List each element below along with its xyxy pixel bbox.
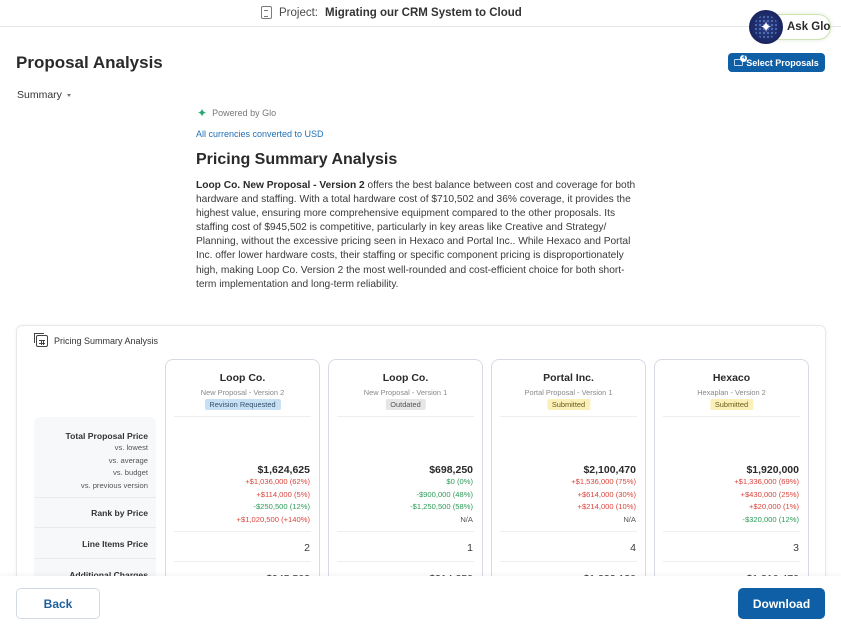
select-proposals-label: Select Proposals bbox=[746, 57, 819, 68]
vendor-name: Loop Co. bbox=[382, 372, 429, 384]
status-badge: Revision Requested bbox=[204, 399, 281, 410]
label-vs-average: vs. average bbox=[108, 455, 148, 465]
proposal-card: Hexaco Hexaplan - Version 2 Submitted $1,92… bbox=[654, 359, 809, 594]
proposal-card: Loop Co. New Proposal - Version 1 Outdated… bbox=[328, 359, 483, 594]
value-vs-lowest: $0 (0%) bbox=[446, 477, 473, 486]
value-vs-previous: +$1,020,500 (+140%) bbox=[236, 514, 310, 524]
row-divider bbox=[663, 416, 800, 417]
row-divider bbox=[34, 558, 156, 559]
sparkle-icon: ✦ bbox=[197, 106, 208, 120]
proposal-name: Portal Proposal - Version 1 bbox=[524, 388, 613, 397]
row-divider bbox=[174, 561, 311, 562]
select-proposals-button[interactable]: 4 Select Proposals bbox=[728, 53, 825, 72]
value-vs-average: +$430,000 (25%) bbox=[740, 489, 799, 499]
label-vs-previous: vs. previous version bbox=[80, 480, 148, 490]
value-vs-lowest: +$1,036,000 (62%) bbox=[245, 477, 310, 486]
value-vs-average: +$114,000 (5%) bbox=[256, 489, 310, 499]
pricing-comparison-panel: Pricing Summary Analysis Total Proposal … bbox=[16, 325, 826, 595]
proposals-icon: 4 bbox=[734, 55, 748, 66]
proposal-name: New Proposal - Version 2 bbox=[200, 388, 285, 397]
value-rank: 2 bbox=[304, 542, 310, 554]
document-icon bbox=[261, 6, 272, 19]
calculator-icon bbox=[34, 333, 48, 347]
value-total: $1,920,000 bbox=[746, 464, 799, 476]
row-divider bbox=[500, 531, 637, 532]
powered-by-label: Powered by Glo bbox=[212, 108, 277, 118]
currency-note: All currencies converted to USD bbox=[196, 129, 324, 139]
row-divider bbox=[34, 527, 156, 528]
page-title: Proposal Analysis bbox=[16, 53, 163, 72]
row-divider bbox=[174, 416, 311, 417]
ask-glo-label: Ask Glo bbox=[787, 21, 831, 33]
value-vs-previous: -$320,000 (12%) bbox=[742, 514, 799, 524]
ask-glo-button[interactable]: ✦ Ask Glo bbox=[749, 10, 831, 44]
panel-title: Pricing Summary Analysis bbox=[34, 333, 159, 347]
row-divider bbox=[174, 531, 311, 532]
row-divider bbox=[500, 561, 637, 562]
value-vs-lowest: +$1,336,000 (69%) bbox=[734, 477, 799, 486]
status-badge: Submitted bbox=[546, 399, 591, 410]
footer-bar: Back Download bbox=[0, 576, 841, 630]
value-total: $2,100,470 bbox=[583, 464, 636, 476]
download-button[interactable]: Download bbox=[738, 588, 825, 619]
analysis-body: Loop Co. New Proposal - Version 2 offers… bbox=[196, 179, 642, 292]
value-vs-lowest: +$1,536,000 (75%) bbox=[571, 477, 636, 486]
label-line-items: Line Items Price bbox=[82, 539, 148, 549]
sparkle-icon: ✦ bbox=[759, 18, 773, 36]
proposal-name: New Proposal - Version 1 bbox=[363, 388, 448, 397]
row-divider bbox=[500, 416, 637, 417]
value-rank: 4 bbox=[630, 542, 636, 554]
top-bar: Project: Migrating our CRM System to Clo… bbox=[0, 0, 841, 27]
project-label: Project: bbox=[279, 6, 318, 19]
view-selector-value: Summary bbox=[17, 89, 62, 101]
proposal-card: Loop Co. New Proposal - Version 2 Revision… bbox=[165, 359, 320, 594]
vendor-name: Loop Co. bbox=[219, 372, 266, 384]
value-rank: 3 bbox=[793, 542, 799, 554]
value-vs-average: +$614,000 (30%) bbox=[577, 489, 636, 499]
row-labels-column: Total Proposal Price vs. lowest vs. aver… bbox=[34, 417, 156, 594]
value-total: $1,624,625 bbox=[257, 464, 310, 476]
value-vs-budget: +$214,000 (10%) bbox=[577, 502, 636, 511]
row-divider bbox=[337, 561, 474, 562]
label-vs-budget: vs. budget bbox=[112, 468, 148, 477]
value-vs-budget: -$250,500 (12%) bbox=[253, 502, 310, 511]
row-divider bbox=[663, 561, 800, 562]
value-vs-previous: N/A bbox=[623, 514, 636, 524]
view-selector-dropdown[interactable]: Summary bbox=[17, 89, 71, 101]
panel-title-label: Pricing Summary Analysis bbox=[54, 336, 159, 346]
value-vs-previous: N/A bbox=[460, 514, 473, 524]
label-vs-lowest: vs. lowest bbox=[114, 443, 148, 452]
chevron-down-icon bbox=[66, 93, 71, 97]
value-vs-budget: +$20,000 (1%) bbox=[748, 502, 799, 511]
analysis-text: offers the best balance between cost and… bbox=[196, 180, 636, 290]
vendor-name: Portal Inc. bbox=[543, 372, 594, 384]
analysis-lead: Loop Co. New Proposal - Version 2 bbox=[196, 180, 365, 191]
label-total-price: Total Proposal Price bbox=[65, 431, 148, 441]
proposal-card: Portal Inc. Portal Proposal - Version 1 Su… bbox=[491, 359, 646, 594]
row-divider bbox=[34, 497, 156, 498]
value-total: $698,250 bbox=[429, 464, 473, 476]
glo-avatar: ✦ bbox=[749, 10, 783, 44]
row-divider bbox=[337, 531, 474, 532]
value-vs-average: -$900,000 (48%) bbox=[416, 489, 473, 499]
proposal-name: Hexaplan - Version 2 bbox=[697, 388, 766, 397]
back-button[interactable]: Back bbox=[16, 588, 100, 619]
status-badge: Submitted bbox=[709, 399, 754, 410]
value-vs-budget: -$1,250,500 (58%) bbox=[410, 502, 473, 511]
vendor-name: Hexaco bbox=[712, 372, 751, 384]
value-rank: 1 bbox=[467, 542, 473, 554]
status-badge: Outdated bbox=[385, 399, 426, 410]
label-rank: Rank by Price bbox=[91, 508, 148, 518]
project-header: Project: Migrating our CRM System to Clo… bbox=[261, 6, 522, 19]
row-divider bbox=[663, 531, 800, 532]
powered-by-glo: ✦ Powered by Glo bbox=[197, 107, 276, 119]
analysis-title: Pricing Summary Analysis bbox=[196, 151, 398, 168]
project-name: Migrating our CRM System to Cloud bbox=[325, 6, 522, 19]
row-divider bbox=[337, 416, 474, 417]
